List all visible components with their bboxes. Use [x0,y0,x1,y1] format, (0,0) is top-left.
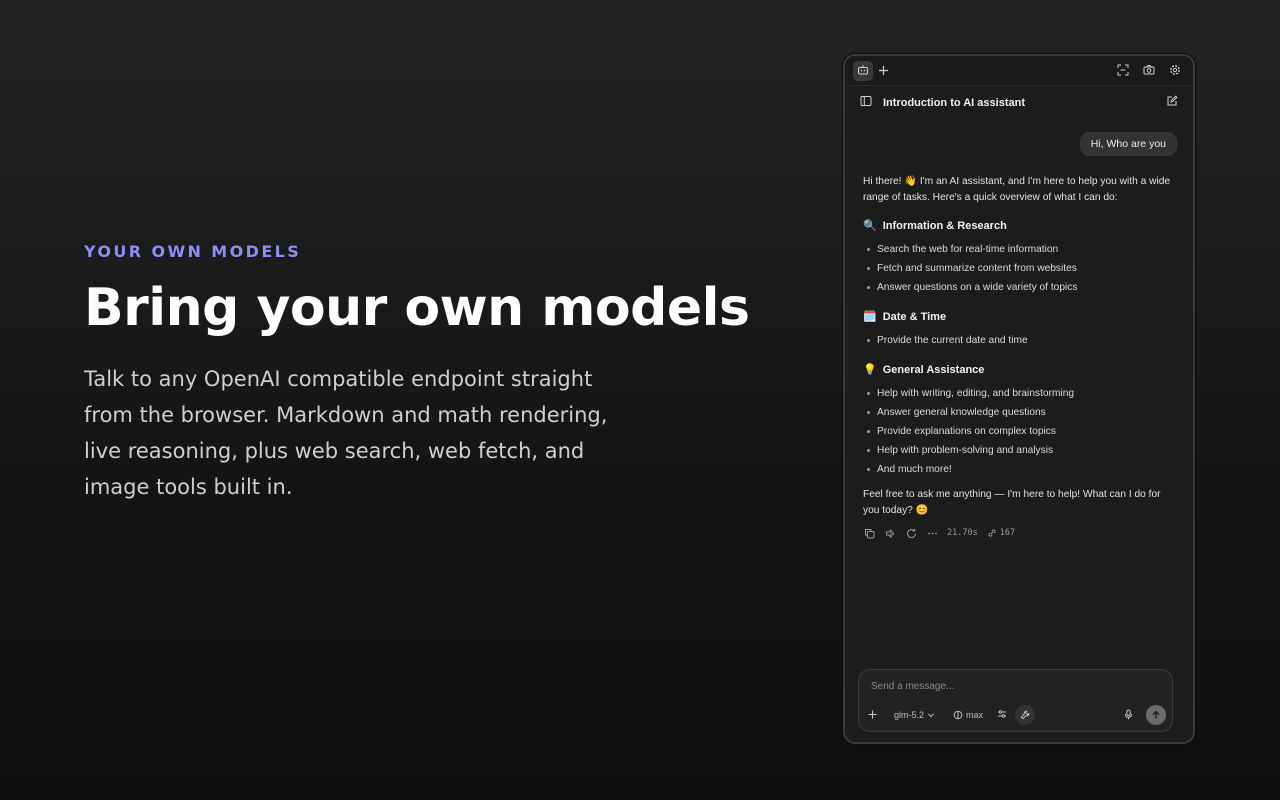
settings-button[interactable] [1165,61,1185,81]
wrench-icon [1020,710,1030,720]
voice-input-button[interactable] [1123,709,1134,722]
magnifier-icon: 🔍 [863,220,877,232]
model-name: glm-5.2 [894,710,925,720]
send-button[interactable] [1146,705,1166,725]
camera-icon [1143,63,1155,79]
section-title-text: Information & Research [882,220,1007,232]
section-list: Help with writing, editing, and brainsto… [863,384,1177,479]
list-item: Help with problem-solving and analysis [867,441,1177,460]
message-input[interactable] [871,678,1151,694]
tools-settings-button[interactable] [997,709,1007,721]
scan-button[interactable] [1113,61,1133,81]
sliders-icon [998,710,1007,718]
chevron-down-icon [928,713,934,718]
section-list: Search the web for real-time information… [863,240,1177,297]
user-message-row: Hi, Who are you [863,132,1177,156]
list-item: Answer general knowledge questions [867,403,1177,422]
reasoning-level: max [966,710,984,720]
attach-button[interactable] [867,709,878,722]
model-selector[interactable]: glm-5.2 [894,710,935,720]
section-title: 🔍 Information & Research [863,218,1177,234]
regenerate-button[interactable] [905,527,917,539]
list-item: Search the web for real-time information [867,240,1177,259]
section-title-text: Date & Time [882,311,947,323]
reasoning-selector[interactable]: max [953,710,983,720]
new-chat-button[interactable] [1165,94,1179,112]
section-title: 💡 General Assistance [863,362,1177,378]
new-tab-button[interactable] [873,61,893,81]
lightbulb-icon: 💡 [863,364,877,376]
robot-icon [857,63,869,79]
list-item: And much more! [867,460,1177,479]
list-item: Provide explanations on complex topics [867,422,1177,441]
assistant-message: Hi there! 👋 I'm an AI assistant, and I'm… [863,174,1177,541]
speaker-icon [885,528,894,538]
user-message: Hi, Who are you [1079,132,1177,156]
list-item: Help with writing, editing, and brainsto… [867,384,1177,403]
hero: YOUR OWN MODELS Bring your own models Ta… [84,242,764,505]
list-item: Fetch and summarize content from website… [867,259,1177,278]
composer-toolbar: glm-5.2 max [867,705,1166,725]
arrow-up-icon [1152,710,1160,719]
plus-icon [878,63,889,79]
panel-topbar [845,56,1193,86]
message-list: Hi, Who are you Hi there! 👋 I'm an AI as… [845,132,1193,541]
more-button[interactable] [926,527,938,539]
more-icon [927,532,937,534]
sidebar-icon [860,94,872,112]
scan-icon [1117,63,1129,79]
tools-button[interactable] [1015,705,1036,725]
plus-icon [868,710,877,718]
assistant-outro: Feel free to ask me anything — I'm here … [863,489,1161,516]
message-actions: 21.70s 167 [863,525,1177,541]
brain-icon [953,710,963,720]
microphone-icon [1124,709,1133,719]
read-aloud-button[interactable] [884,527,896,539]
list-item: Provide the current date and time [867,331,1177,350]
chat-title: Introduction to AI assistant [883,97,1025,109]
section-title-text: General Assistance [882,364,985,376]
link-icon [988,529,996,537]
section-list: Provide the current date and time [863,331,1177,350]
token-count: 167 [987,525,1015,541]
copy-icon [864,528,874,538]
edit-icon [1166,94,1178,112]
section-title: 🗓️ Date & Time [863,309,1177,325]
hero-headline: Bring your own models [84,278,750,338]
token-count-value: 167 [999,528,1016,538]
copy-button[interactable] [863,527,875,539]
gear-icon [1169,63,1181,79]
hero-description: Talk to any OpenAI compatible endpoint s… [84,366,608,499]
list-item: Answer questions on a wide variety of to… [867,278,1177,297]
sidebar-toggle-button[interactable] [859,96,873,110]
refresh-icon [906,528,916,538]
assistant-intro: Hi there! 👋 I'm an AI assistant, and I'm… [863,176,1171,203]
composer: glm-5.2 max [858,669,1173,732]
calendar-icon: 🗓️ [863,311,877,323]
response-duration: 21.70s [947,528,978,538]
side-panel: Introduction to AI assistant Hi, Who are… [843,54,1195,744]
eyebrow-label: YOUR OWN MODELS [84,242,302,261]
assistant-tab-button[interactable] [853,60,873,81]
screenshot-button[interactable] [1139,61,1159,81]
chat-header: Introduction to AI assistant [845,86,1193,120]
